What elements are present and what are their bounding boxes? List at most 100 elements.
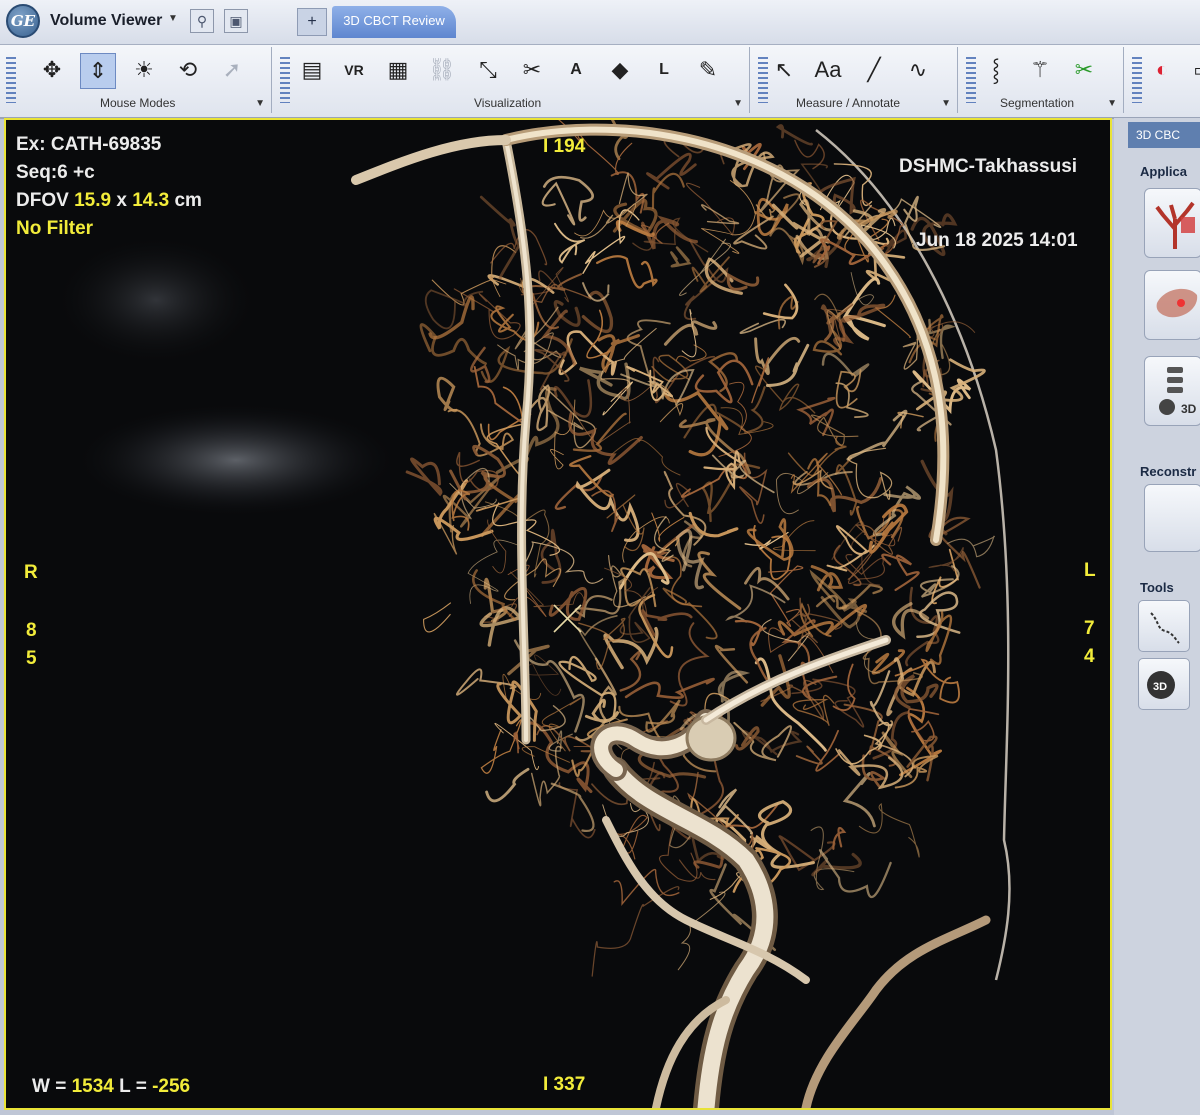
- magic-wand-icon[interactable]: ⚚: [1022, 53, 1058, 89]
- vr-icon[interactable]: VR: [336, 53, 372, 89]
- window-level-icon[interactable]: ☀: [126, 53, 162, 89]
- view-a-icon[interactable]: A: [558, 53, 594, 89]
- chevron-down-icon[interactable]: ▼: [733, 98, 743, 109]
- scissors-icon[interactable]: ✂: [1066, 53, 1102, 89]
- liver-app-button[interactable]: [1144, 270, 1200, 340]
- vessel-branch: [520, 541, 604, 584]
- group-label-measure-annotate: Measure / Annotate: [796, 96, 901, 110]
- pointer-icon[interactable]: ➚: [214, 53, 250, 89]
- app-menu-chevron-down-icon[interactable]: ▼: [168, 13, 178, 24]
- line-icon[interactable]: ╱: [856, 53, 892, 89]
- vessel-branch: [947, 535, 995, 558]
- bottom-orientation-marker: I 337: [543, 1074, 586, 1095]
- vessel-branch: [694, 359, 754, 404]
- patient-icon[interactable]: ⚲: [190, 9, 214, 33]
- vessel-branch: [572, 412, 627, 452]
- chevron-down-icon[interactable]: ▼: [941, 98, 951, 109]
- vessel-branch: [861, 754, 887, 789]
- spine-3d-label: 3D: [1181, 402, 1197, 416]
- save-icon[interactable]: ▭: [1184, 53, 1200, 89]
- vessel-branch: [720, 407, 774, 435]
- paint-icon[interactable]: ✎: [690, 53, 726, 89]
- grip-handle[interactable]: [6, 57, 16, 103]
- grip-handle[interactable]: [1132, 57, 1142, 103]
- dfov-height: 14.3: [132, 190, 170, 211]
- vessel-branch: [469, 346, 491, 384]
- curve-icon[interactable]: ∿: [900, 53, 936, 89]
- fine-vessels: [405, 120, 995, 977]
- vessel-branch: [624, 677, 715, 699]
- screen-glare: [66, 400, 406, 520]
- vessel-branch: [645, 699, 681, 733]
- vessel-branch: [436, 376, 458, 413]
- ge-logo: GE: [6, 4, 40, 38]
- 3d-viewport[interactable]: Ex: CATH-69835 Seq:6 +c DFOV 15.9 x 14.3…: [4, 118, 1112, 1110]
- app-title[interactable]: Volume Viewer: [50, 12, 162, 30]
- left-scale-number: 8: [26, 620, 37, 641]
- series-info: Seq:6 +c: [16, 162, 95, 183]
- vessel-app-button[interactable]: [1144, 188, 1200, 258]
- spine-3d-app-button[interactable]: 3D: [1144, 356, 1200, 426]
- layout-icon[interactable]: ▤: [294, 53, 330, 89]
- vessel-branch: [428, 295, 475, 340]
- level-value: -256: [152, 1076, 191, 1097]
- arrow-icon[interactable]: ↖: [766, 53, 802, 89]
- vessel-branch: [575, 468, 640, 542]
- vessel-branch: [455, 668, 517, 696]
- vessel-branch: [541, 181, 576, 226]
- zoom-icon[interactable]: ⇕: [80, 53, 116, 89]
- link-icon[interactable]: ⛓: [424, 53, 460, 89]
- institution-name: DSHMC-Takhassusi: [899, 156, 1078, 177]
- study-datetime: Jun 18 2025 14:01: [916, 230, 1078, 251]
- grip-handle[interactable]: [966, 57, 976, 103]
- vessel-branch: [626, 319, 671, 384]
- vessel-branch: [584, 698, 620, 723]
- vessel-tree-icon: [1155, 201, 1195, 249]
- right-panel: 3D CBC Applica 3D Reconstr Tools 3D: [1114, 118, 1200, 1115]
- image-browser-icon[interactable]: ▣: [224, 9, 248, 33]
- vessel-branch: [480, 719, 522, 774]
- grip-handle[interactable]: [280, 57, 290, 103]
- text-icon[interactable]: Aa: [810, 53, 846, 89]
- vessel-branch: [707, 352, 739, 393]
- add-tab-button[interactable]: +: [297, 8, 327, 36]
- cut-icon[interactable]: ✂: [514, 53, 550, 89]
- reconstruction-button[interactable]: [1144, 484, 1200, 552]
- vessel-branch: [596, 255, 658, 289]
- extra-tools-group: ◐ ▭: [1126, 47, 1200, 113]
- vessel-branch: [832, 827, 847, 850]
- view-p-icon[interactable]: ◆: [602, 53, 638, 89]
- vessel-branch: [846, 409, 908, 461]
- vessel-branch: [809, 569, 847, 610]
- tab-3d-cbct[interactable]: 3D CBC: [1128, 122, 1200, 148]
- window-label: W =: [32, 1076, 67, 1097]
- vessel-track-tool-button[interactable]: [1138, 600, 1190, 652]
- screen-icon[interactable]: ▦: [380, 53, 416, 89]
- vessel-track-icon[interactable]: ⸾: [978, 53, 1014, 89]
- vessel-branch: [423, 602, 452, 633]
- tab-3d-cbct-review[interactable]: 3D CBCT Review: [332, 6, 456, 38]
- color-map-icon[interactable]: ◐: [1144, 53, 1180, 89]
- group-label-mouse-modes: Mouse Modes: [100, 96, 176, 110]
- level-label: L =: [119, 1076, 147, 1097]
- vessel-branch: [733, 721, 792, 762]
- vessel-branch: [795, 745, 823, 765]
- vessel-track-icon: [1150, 612, 1180, 644]
- chevron-down-icon[interactable]: ▼: [255, 98, 265, 109]
- pan-icon[interactable]: ✥: [34, 53, 70, 89]
- chevron-down-icon[interactable]: ▼: [1107, 98, 1117, 109]
- vessel-branch: [553, 379, 593, 418]
- right-orientation-label: L: [1084, 560, 1096, 581]
- reconstruction-label: Reconstr: [1140, 464, 1197, 479]
- vessel-branch: [842, 772, 876, 828]
- rotate-3d-icon[interactable]: ⟲: [170, 53, 206, 89]
- view-l-icon[interactable]: L: [646, 53, 682, 89]
- vessel-branch: [792, 694, 835, 726]
- major-vessels: [351, 123, 991, 1108]
- clip-icon[interactable]: ⤡: [470, 53, 506, 89]
- vessel-volume-render[interactable]: [6, 120, 1110, 1108]
- 3d-tool-button[interactable]: 3D: [1138, 658, 1190, 710]
- dfov-info: DFOV 15.9 x 14.3 cm: [16, 190, 202, 212]
- group-label-visualization: Visualization: [474, 96, 542, 110]
- filter-status: No Filter: [16, 218, 94, 239]
